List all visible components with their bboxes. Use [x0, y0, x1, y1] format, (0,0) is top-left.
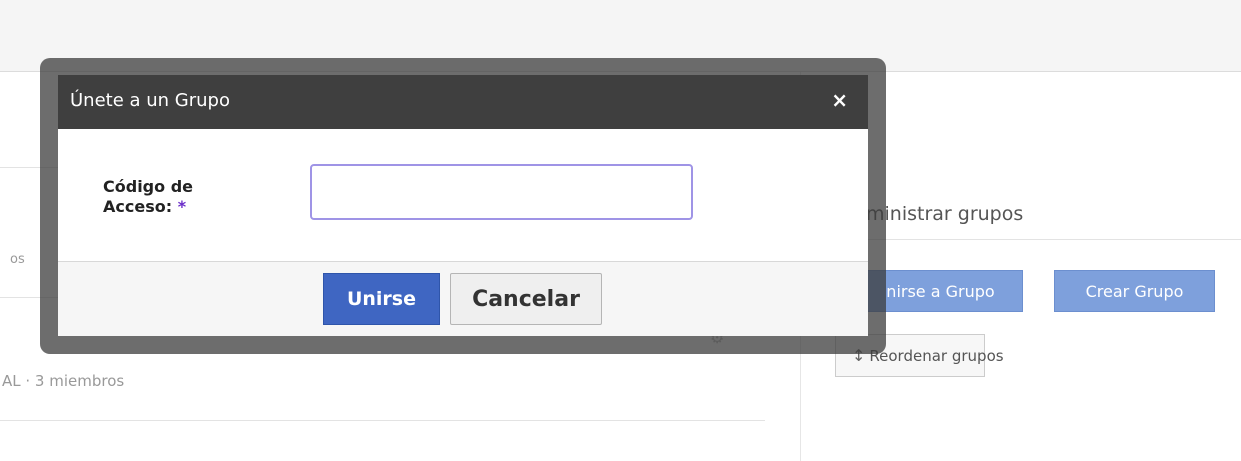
create-group-button-label: Crear Grupo — [1085, 281, 1184, 301]
join-button[interactable]: Unirse — [323, 273, 440, 325]
reorder-groups-label: Reordenar grupos — [869, 346, 1004, 365]
group-list-fragment: os — [10, 252, 25, 267]
access-code-label-line1: Código de — [103, 177, 193, 196]
join-group-button-label: nirse a Grupo — [886, 281, 995, 301]
create-group-button[interactable]: Crear Grupo — [1054, 270, 1215, 312]
dialog-title: Únete a un Grupo — [70, 90, 230, 111]
access-code-label-line2: Acceso: — [103, 197, 173, 216]
close-icon[interactable]: × — [831, 88, 848, 112]
join-button-label: Unirse — [346, 288, 417, 310]
list-divider — [0, 420, 765, 421]
access-code-input[interactable] — [310, 164, 693, 220]
required-marker: * — [177, 197, 187, 216]
admin-groups-title: ministrar grupos — [866, 203, 1024, 225]
page: os AL · 3 miembros ⚙ ministrar grupos ni… — [0, 0, 1241, 461]
join-group-dialog: Únete a un Grupo × Código de Acceso: * U… — [58, 75, 868, 336]
dialog-footer: Unirse Cancelar — [58, 261, 868, 336]
access-code-label: Código de Acceso: * — [103, 177, 253, 217]
cancel-button-label: Cancelar — [472, 286, 580, 312]
cancel-button[interactable]: Cancelar — [450, 273, 602, 325]
group-members-count: AL · 3 miembros — [2, 372, 125, 390]
dialog-header: Únete a un Grupo × — [58, 75, 868, 129]
